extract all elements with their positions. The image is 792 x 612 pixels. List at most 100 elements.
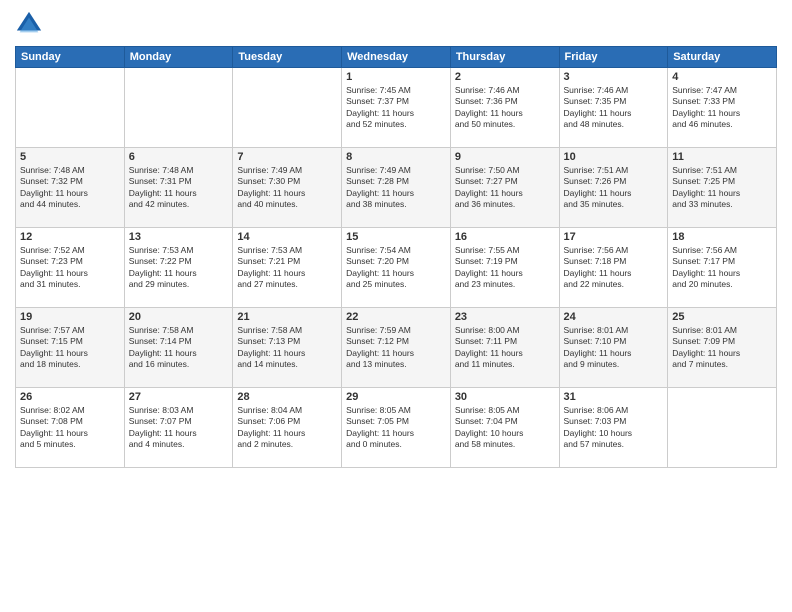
day-number: 26 [20,391,120,403]
day-number: 3 [564,71,664,83]
day-info: Sunrise: 7:53 AM Sunset: 7:22 PM Dayligh… [129,245,229,291]
day-number: 31 [564,391,664,403]
logo [15,10,47,38]
calendar-cell: 1 Sunrise: 7:45 AM Sunset: 7:37 PM Daylig… [342,68,451,148]
calendar-cell: 28 Sunrise: 8:04 AM Sunset: 7:06 PM Dayli… [233,388,342,468]
calendar-cell: 10 Sunrise: 7:51 AM Sunset: 7:26 PM Dayli… [559,148,668,228]
day-info: Sunrise: 7:49 AM Sunset: 7:28 PM Dayligh… [346,165,446,211]
day-info: Sunrise: 8:04 AM Sunset: 7:06 PM Dayligh… [237,405,337,451]
day-number: 13 [129,231,229,243]
day-info: Sunrise: 7:46 AM Sunset: 7:35 PM Dayligh… [564,85,664,131]
day-number: 5 [20,151,120,163]
day-info: Sunrise: 7:56 AM Sunset: 7:18 PM Dayligh… [564,245,664,291]
weekday-header: Sunday [16,47,125,68]
day-number: 25 [672,311,772,323]
day-number: 1 [346,71,446,83]
calendar-cell: 11 Sunrise: 7:51 AM Sunset: 7:25 PM Dayli… [668,148,777,228]
day-number: 6 [129,151,229,163]
calendar-cell: 6 Sunrise: 7:48 AM Sunset: 7:31 PM Daylig… [124,148,233,228]
day-number: 21 [237,311,337,323]
calendar-cell: 13 Sunrise: 7:53 AM Sunset: 7:22 PM Dayli… [124,228,233,308]
calendar-cell: 21 Sunrise: 7:58 AM Sunset: 7:13 PM Dayli… [233,308,342,388]
calendar-cell: 26 Sunrise: 8:02 AM Sunset: 7:08 PM Dayli… [16,388,125,468]
calendar-cell: 5 Sunrise: 7:48 AM Sunset: 7:32 PM Daylig… [16,148,125,228]
calendar-cell: 17 Sunrise: 7:56 AM Sunset: 7:18 PM Dayli… [559,228,668,308]
calendar-cell: 27Sunrise: 8:03 AM Sunset: 7:07 PM Dayli… [124,388,233,468]
calendar-table: SundayMondayTuesdayWednesdayThursdayFrid… [15,46,777,468]
weekday-header: Saturday [668,47,777,68]
day-info: Sunrise: 7:59 AM Sunset: 7:12 PM Dayligh… [346,325,446,371]
weekday-header: Thursday [450,47,559,68]
day-info: Sunrise: 7:47 AM Sunset: 7:33 PM Dayligh… [672,85,772,131]
day-number: 8 [346,151,446,163]
calendar-cell: 3 Sunrise: 7:46 AM Sunset: 7:35 PM Daylig… [559,68,668,148]
calendar-header-row: SundayMondayTuesdayWednesdayThursdayFrid… [16,47,777,68]
calendar-week-row: 1 Sunrise: 7:45 AM Sunset: 7:37 PM Daylig… [16,68,777,148]
calendar-week-row: 26 Sunrise: 8:02 AM Sunset: 7:08 PM Dayli… [16,388,777,468]
day-number: 27 [129,391,229,403]
day-info: Sunrise: 7:48 AM Sunset: 7:31 PM Dayligh… [129,165,229,211]
day-number: 24 [564,311,664,323]
weekday-header: Monday [124,47,233,68]
day-info: Sunrise: 7:50 AM Sunset: 7:27 PM Dayligh… [455,165,555,211]
day-info: Sunrise: 7:52 AM Sunset: 7:23 PM Dayligh… [20,245,120,291]
calendar-cell: 18Sunrise: 7:56 AM Sunset: 7:17 PM Dayli… [668,228,777,308]
day-info: Sunrise: 8:00 AM Sunset: 7:11 PM Dayligh… [455,325,555,371]
calendar-container: SundayMondayTuesdayWednesdayThursdayFrid… [0,0,792,612]
calendar-cell: 16Sunrise: 7:55 AM Sunset: 7:19 PM Dayli… [450,228,559,308]
day-number: 11 [672,151,772,163]
day-info: Sunrise: 7:48 AM Sunset: 7:32 PM Dayligh… [20,165,120,211]
day-info: Sunrise: 7:56 AM Sunset: 7:17 PM Dayligh… [672,245,772,291]
day-number: 20 [129,311,229,323]
day-info: Sunrise: 7:51 AM Sunset: 7:26 PM Dayligh… [564,165,664,211]
day-info: Sunrise: 7:58 AM Sunset: 7:13 PM Dayligh… [237,325,337,371]
calendar-cell: 23 Sunrise: 8:00 AM Sunset: 7:11 PM Dayli… [450,308,559,388]
calendar-cell: 4 Sunrise: 7:47 AM Sunset: 7:33 PM Daylig… [668,68,777,148]
day-number: 23 [455,311,555,323]
day-number: 22 [346,311,446,323]
day-info: Sunrise: 8:05 AM Sunset: 7:05 PM Dayligh… [346,405,446,451]
day-info: Sunrise: 7:54 AM Sunset: 7:20 PM Dayligh… [346,245,446,291]
day-info: Sunrise: 8:06 AM Sunset: 7:03 PM Dayligh… [564,405,664,451]
calendar-cell: 19Sunrise: 7:57 AM Sunset: 7:15 PM Dayli… [16,308,125,388]
calendar-cell: 25Sunrise: 8:01 AM Sunset: 7:09 PM Dayli… [668,308,777,388]
calendar-cell [668,388,777,468]
calendar-cell [233,68,342,148]
calendar-cell: 22 Sunrise: 7:59 AM Sunset: 7:12 PM Dayli… [342,308,451,388]
weekday-header: Friday [559,47,668,68]
calendar-body: 1 Sunrise: 7:45 AM Sunset: 7:37 PM Daylig… [16,68,777,468]
day-number: 28 [237,391,337,403]
day-number: 19 [20,311,120,323]
day-number: 29 [346,391,446,403]
day-info: Sunrise: 7:45 AM Sunset: 7:37 PM Dayligh… [346,85,446,131]
calendar-cell: 2 Sunrise: 7:46 AM Sunset: 7:36 PM Daylig… [450,68,559,148]
calendar-week-row: 12Sunrise: 7:52 AM Sunset: 7:23 PM Dayli… [16,228,777,308]
calendar-cell: 31 Sunrise: 8:06 AM Sunset: 7:03 PM Dayli… [559,388,668,468]
calendar-cell: 15 Sunrise: 7:54 AM Sunset: 7:20 PM Dayli… [342,228,451,308]
calendar-cell: 29 Sunrise: 8:05 AM Sunset: 7:05 PM Dayli… [342,388,451,468]
day-number: 10 [564,151,664,163]
calendar-cell [16,68,125,148]
weekday-header: Tuesday [233,47,342,68]
day-info: Sunrise: 7:51 AM Sunset: 7:25 PM Dayligh… [672,165,772,211]
day-info: Sunrise: 8:05 AM Sunset: 7:04 PM Dayligh… [455,405,555,451]
calendar-cell: 14Sunrise: 7:53 AM Sunset: 7:21 PM Dayli… [233,228,342,308]
header [15,10,777,38]
day-number: 9 [455,151,555,163]
day-info: Sunrise: 7:46 AM Sunset: 7:36 PM Dayligh… [455,85,555,131]
day-number: 15 [346,231,446,243]
calendar-cell: 9 Sunrise: 7:50 AM Sunset: 7:27 PM Daylig… [450,148,559,228]
calendar-cell: 30Sunrise: 8:05 AM Sunset: 7:04 PM Dayli… [450,388,559,468]
calendar-cell [124,68,233,148]
day-number: 7 [237,151,337,163]
day-number: 4 [672,71,772,83]
day-info: Sunrise: 7:49 AM Sunset: 7:30 PM Dayligh… [237,165,337,211]
calendar-cell: 7 Sunrise: 7:49 AM Sunset: 7:30 PM Daylig… [233,148,342,228]
calendar-week-row: 5 Sunrise: 7:48 AM Sunset: 7:32 PM Daylig… [16,148,777,228]
day-number: 17 [564,231,664,243]
day-info: Sunrise: 7:55 AM Sunset: 7:19 PM Dayligh… [455,245,555,291]
day-number: 2 [455,71,555,83]
day-info: Sunrise: 8:02 AM Sunset: 7:08 PM Dayligh… [20,405,120,451]
calendar-week-row: 19Sunrise: 7:57 AM Sunset: 7:15 PM Dayli… [16,308,777,388]
day-info: Sunrise: 7:53 AM Sunset: 7:21 PM Dayligh… [237,245,337,291]
